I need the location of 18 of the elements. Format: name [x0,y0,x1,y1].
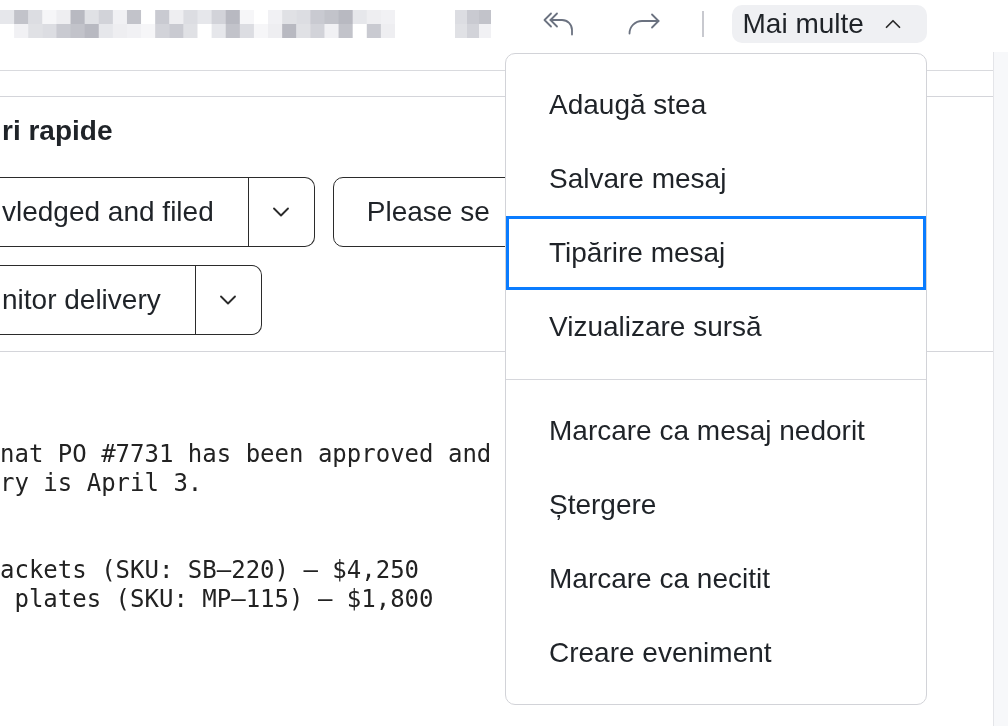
menu-item[interactable]: Ștergere [506,468,926,542]
more-button[interactable]: Mai multe [731,5,927,43]
message-text-line: ry is April 3. [0,469,203,497]
menu-item[interactable]: Creare eveniment [506,616,926,690]
reply-all-icon[interactable] [543,12,574,36]
message-text-line: ackets (SKU: SB–220) — $4,250 [0,556,420,584]
message-text-line: nat PO #7731 has been approved and [0,440,492,468]
menu-item[interactable]: Adaugă stea [506,68,926,142]
quick-reply-button[interactable]: vledged and filed [0,178,248,246]
message-text-line: plates (SKU: MP–115) — $1,800 [13,585,434,613]
menu-item[interactable]: Vizualizare sursă [506,290,926,364]
pixelated-text-block [455,10,491,38]
menu-item[interactable]: Marcare ca necitit [506,542,926,616]
section-title: ri rapide [1,115,113,147]
quick-reply-button[interactable]: nitor delivery [0,266,195,334]
forward-arrow-icon[interactable] [628,13,660,35]
menu-item[interactable]: Marcare ca mesaj nedorit [506,394,926,468]
menu-item[interactable]: Tipărire mesaj [506,216,926,290]
